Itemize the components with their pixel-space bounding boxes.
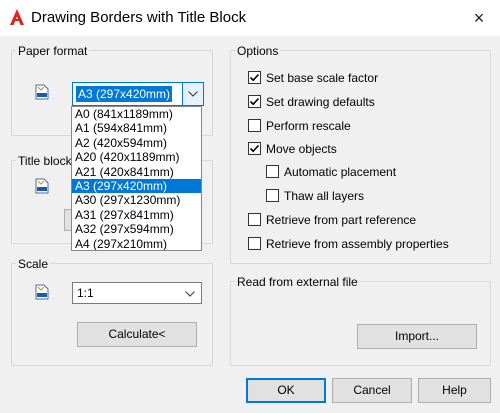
paper-format-option[interactable]: A32 (297x594mm) bbox=[72, 222, 201, 236]
checkbox-box[interactable] bbox=[248, 119, 261, 132]
checkmark-icon bbox=[249, 144, 260, 153]
checkbox-label: Move objects bbox=[266, 142, 337, 156]
checkbox-label: Retrieve from part reference bbox=[266, 213, 417, 227]
scale-dropdown[interactable]: 1:1 bbox=[72, 282, 202, 304]
title-bar: Drawing Borders with Title Block × bbox=[0, 0, 500, 36]
paper-format-options-list[interactable]: A0 (841x1189mm) A1 (594x841mm) A2 (420x594… bbox=[71, 106, 202, 251]
ok-button-label: OK bbox=[277, 383, 295, 397]
import-button-label: Import... bbox=[394, 329, 439, 343]
checkbox-label: Automatic placement bbox=[284, 165, 397, 179]
checkbox-box[interactable] bbox=[248, 71, 261, 84]
close-icon: × bbox=[473, 8, 485, 28]
checkbox-label: Set drawing defaults bbox=[266, 95, 375, 109]
paper-format-option[interactable]: A4 (297x210mm) bbox=[72, 237, 201, 250]
checkbox-label: Thaw all layers bbox=[284, 189, 365, 203]
checkmark-icon bbox=[249, 97, 260, 106]
paper-format-option[interactable]: A31 (297x841mm) bbox=[72, 208, 201, 222]
title-block-label: Title block bbox=[16, 154, 74, 168]
autocad-logo-icon bbox=[10, 9, 24, 25]
checkbox-label: Perform rescale bbox=[266, 119, 351, 133]
close-button[interactable]: × bbox=[466, 5, 492, 31]
paper-format-label: Paper format bbox=[16, 44, 90, 58]
options-label: Options bbox=[235, 44, 281, 58]
cancel-button-label: Cancel bbox=[353, 383, 391, 397]
cancel-button[interactable]: Cancel bbox=[332, 378, 412, 403]
paper-format-dropdown[interactable]: A3 (297x420mm) bbox=[72, 82, 204, 106]
paper-format-option[interactable]: A3 (297x420mm) bbox=[72, 178, 201, 194]
calculate-button-label: Calculate< bbox=[108, 327, 166, 341]
import-button[interactable]: Import... bbox=[357, 324, 477, 349]
checkbox-box[interactable] bbox=[248, 213, 261, 226]
paper-format-option[interactable]: A2 (420x594mm) bbox=[72, 136, 201, 150]
chevron-down-icon[interactable] bbox=[180, 284, 200, 305]
dwg-file-icon bbox=[35, 284, 49, 300]
paper-format-selected: A3 (297x420mm) bbox=[76, 86, 173, 102]
scale-group bbox=[11, 263, 213, 366]
checkmark-icon bbox=[249, 73, 260, 82]
calculate-button[interactable]: Calculate< bbox=[77, 322, 197, 347]
checkbox-box[interactable] bbox=[248, 142, 261, 155]
checkbox-box[interactable] bbox=[266, 189, 279, 202]
chevron-down-icon[interactable] bbox=[182, 83, 203, 105]
help-button-label: Help bbox=[442, 383, 467, 397]
dwg-file-icon bbox=[35, 84, 49, 100]
help-button[interactable]: Help bbox=[418, 378, 491, 403]
window-title: Drawing Borders with Title Block bbox=[31, 9, 247, 26]
checkbox-label: Retrieve from assembly properties bbox=[266, 237, 449, 251]
checkbox-box[interactable] bbox=[248, 237, 261, 250]
paper-format-option[interactable]: A0 (841x1189mm) bbox=[72, 107, 201, 121]
dwg-file-icon bbox=[35, 178, 49, 194]
checkbox-label: Set base scale factor bbox=[266, 71, 379, 85]
scale-value: 1:1 bbox=[77, 286, 94, 300]
scale-label: Scale bbox=[16, 257, 51, 271]
paper-format-option[interactable]: A1 (594x841mm) bbox=[72, 121, 201, 135]
checkbox-box[interactable] bbox=[266, 165, 279, 178]
external-file-label: Read from external file bbox=[235, 275, 360, 289]
paper-format-option[interactable]: A30 (297x1230mm) bbox=[72, 193, 201, 207]
paper-format-option[interactable]: A20 (420x1189mm) bbox=[72, 150, 201, 164]
checkbox-box[interactable] bbox=[248, 95, 261, 108]
ok-button[interactable]: OK bbox=[246, 378, 326, 403]
paper-format-option[interactable]: A21 (420x841mm) bbox=[72, 165, 201, 179]
